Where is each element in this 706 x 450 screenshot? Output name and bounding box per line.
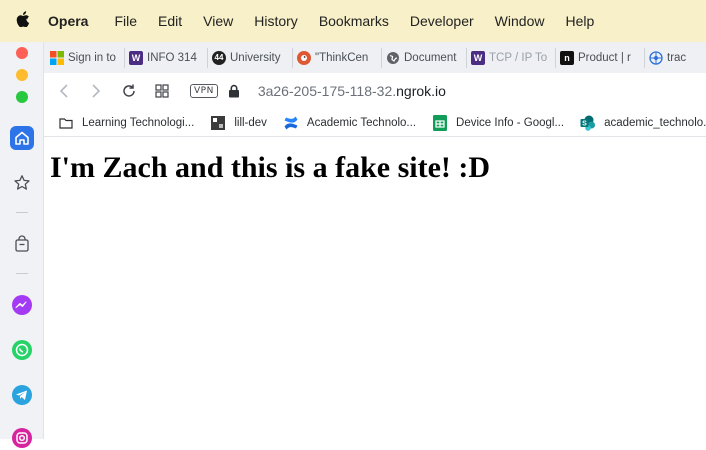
telegram-icon[interactable] [10, 383, 34, 407]
menu-bookmarks[interactable]: Bookmarks [319, 13, 389, 29]
uw-w-icon: W [129, 50, 143, 65]
menu-file[interactable]: File [114, 13, 137, 29]
tab-thinkcentre[interactable]: "ThinkCen [293, 47, 382, 68]
window-close-button[interactable] [16, 47, 28, 59]
bookmark-label: Academic Technolo... [306, 116, 417, 129]
address-bar[interactable]: 3a26-205-175-118-32.ngrok.io [258, 83, 446, 99]
bookmark-academic-technologies[interactable]: Academic Technolo... [283, 115, 416, 131]
whatsapp-icon[interactable] [10, 338, 34, 362]
microsoft-icon [50, 50, 64, 65]
messenger-icon[interactable] [10, 293, 34, 317]
tab-info-314[interactable]: W INFO 314 [125, 47, 208, 68]
lock-icon[interactable] [222, 79, 246, 103]
menu-app-opera[interactable]: Opera [48, 13, 88, 29]
sharepoint-icon: S [580, 115, 596, 131]
bookmark-academic-technologies-sharepoint[interactable]: S academic_technolo... [580, 115, 706, 131]
sidebar-divider [16, 273, 28, 274]
tab-trac[interactable]: trac [645, 48, 692, 68]
browser-toolbar: VPN 3a26-205-175-118-32.ngrok.io [44, 73, 706, 109]
google-sheets-icon [432, 114, 448, 131]
window-zoom-button[interactable] [16, 91, 28, 103]
bookmark-label: Device Info - Googl... [456, 116, 565, 129]
notion-icon: n [560, 50, 574, 65]
tab-label: Sign in to [68, 51, 116, 64]
bookmark-label: lill-dev [234, 116, 267, 129]
menu-help[interactable]: Help [565, 13, 594, 29]
tab-sign-in[interactable]: Sign in to [44, 47, 125, 68]
macos-menu-bar: Opera File Edit View History Bookmarks D… [0, 0, 706, 42]
menu-view[interactable]: View [203, 13, 233, 29]
home-icon[interactable] [10, 126, 34, 150]
tab-label: University [230, 51, 281, 64]
tab-strip: Sign in to W INFO 314 44 University "Thi… [44, 42, 706, 73]
tab-tcp-ip[interactable]: W TCP / IP To [467, 47, 556, 68]
duckduckgo-icon [297, 50, 311, 65]
tab-label: TCP / IP To [489, 51, 548, 64]
tab-label: Product | r [578, 51, 631, 64]
star-icon[interactable] [10, 171, 34, 195]
reload-icon[interactable] [117, 79, 141, 103]
tab-label: "ThinkCen [315, 51, 369, 64]
vpn-badge[interactable]: VPN [190, 84, 218, 98]
globe-icon [386, 51, 400, 65]
bookmark-label: academic_technolo... [604, 116, 706, 129]
bookmark-device-info[interactable]: Device Info - Googl... [432, 114, 565, 131]
pixel-app-icon [210, 115, 226, 131]
bookmarks-bar: Learning Technologi... lill-dev Academic… [44, 109, 706, 137]
tab-document[interactable]: Document [382, 47, 467, 68]
tab-label: INFO 314 [147, 51, 197, 64]
window-minimize-button[interactable] [16, 69, 28, 81]
network-icon [649, 50, 663, 65]
forward-arrow-icon[interactable] [84, 79, 108, 103]
folder-icon [58, 115, 74, 131]
bookmark-lill-dev[interactable]: lill-dev [210, 115, 267, 131]
sidebar-divider [16, 212, 28, 213]
instagram-icon[interactable] [10, 426, 34, 450]
tab-product[interactable]: n Product | r [556, 47, 645, 68]
bookmark-label: Learning Technologi... [82, 116, 195, 129]
forty-four-icon: 44 [212, 50, 226, 65]
menu-history[interactable]: History [254, 13, 298, 29]
page-heading: I'm Zach and this is a fake site! :D [50, 151, 491, 184]
tab-label: Document [404, 51, 457, 64]
apple-icon[interactable] [13, 10, 33, 32]
menu-edit[interactable]: Edit [158, 13, 182, 29]
bookmark-learning-technologies[interactable]: Learning Technologi... [58, 115, 194, 131]
menu-developer[interactable]: Developer [410, 13, 474, 29]
tab-university[interactable]: 44 University [208, 47, 293, 68]
web-page-content: I'm Zach and this is a fake site! :D [44, 137, 706, 439]
url-subdomain: 3a26-205-175-118-32. [257, 83, 397, 99]
uw-w-icon: W [471, 50, 485, 65]
grid-view-icon[interactable] [150, 79, 174, 103]
shopping-bag-icon[interactable] [10, 232, 34, 256]
url-host: ngrok.io [396, 83, 446, 99]
menu-window[interactable]: Window [495, 13, 545, 29]
confluence-icon [283, 115, 299, 131]
back-arrow-icon[interactable] [52, 79, 76, 103]
tab-label: trac [667, 51, 687, 64]
svg-text:S: S [582, 120, 587, 127]
opera-sidebar [0, 42, 44, 448]
